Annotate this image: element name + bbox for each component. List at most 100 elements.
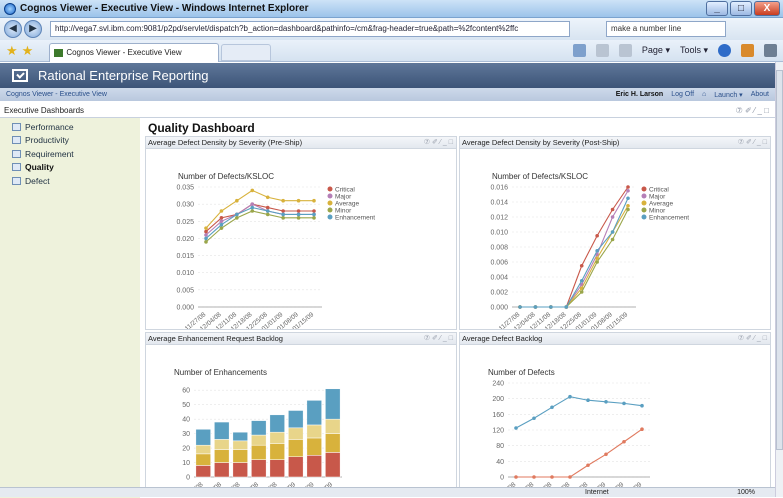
bar-segment (269, 459, 285, 478)
ie-logo-icon (4, 2, 16, 15)
data-point (604, 452, 608, 457)
data-point (610, 237, 615, 242)
y-tick-label: 0.020 (176, 236, 194, 243)
data-point (579, 278, 584, 283)
data-point (610, 207, 615, 212)
y-tick-label: 20 (182, 446, 190, 453)
panel-header: Average Defect Density by Severity (Pre-… (146, 137, 456, 149)
y-tick-label: 120 (492, 428, 504, 435)
zoom-level[interactable]: 100% (737, 488, 755, 497)
y-tick-label: 0.008 (490, 245, 508, 252)
data-point (514, 426, 518, 430)
y-tick-label: 0.002 (490, 290, 508, 297)
app-subbar: Cognos Viewer - Executive View Eric H. L… (0, 88, 775, 101)
about-link[interactable]: About (751, 91, 769, 98)
sidebar-item-requirement[interactable]: Requirement (0, 147, 140, 161)
sidebar: Performance Productivity Requirement Qualit… (0, 118, 140, 498)
sidebar-item-performance[interactable]: Performance (0, 120, 140, 134)
data-point (595, 233, 599, 238)
legend-label: Critical (335, 187, 355, 194)
data-point (564, 305, 569, 309)
data-point (550, 405, 554, 410)
bar-segment (269, 431, 285, 444)
y-tick-label: 60 (182, 388, 190, 395)
sidebar-item-defect[interactable]: Defect (0, 174, 140, 188)
page-menu[interactable]: Page ▾ (642, 45, 670, 56)
forward-button[interactable]: ▶ (24, 20, 42, 38)
data-point (514, 475, 518, 479)
data-point (250, 205, 255, 210)
data-point (568, 394, 572, 399)
sidebar-item-quality[interactable]: Quality (0, 161, 140, 175)
back-button[interactable]: ◀ (4, 20, 22, 38)
bar-segment (306, 424, 322, 439)
y-tick-label: 0.016 (490, 185, 508, 192)
add-favorites-icon[interactable]: ★ (22, 43, 34, 59)
scrollbar-thumb[interactable] (776, 70, 783, 450)
home-icon[interactable]: ⌂ (702, 91, 706, 98)
messenger-icon[interactable] (764, 44, 777, 57)
search-input[interactable]: make a number line (606, 21, 726, 37)
close-button[interactable]: X (754, 1, 780, 16)
panel-controls[interactable]: ⑦ ✐ ⁄ _ □ (424, 333, 453, 345)
panel-controls[interactable]: ⑦ ✐ ⁄ _ □ (424, 137, 453, 149)
chart-postship: Number of Defects/KSLOC 0.000 0.002 0.004 0.… (490, 172, 689, 333)
y-tick-label: 200 (492, 396, 504, 403)
panel-title: Average Defect Backlog (462, 334, 543, 343)
maximize-button[interactable]: □ (730, 1, 752, 16)
data-point (626, 203, 630, 208)
tools-menu[interactable]: Tools ▾ (680, 45, 708, 56)
panel-controls[interactable]: ⑦ ✐ ⁄ _ □ (738, 137, 767, 149)
y-tick-label: 0.006 (490, 260, 508, 267)
y-tick-label: 40 (182, 417, 190, 424)
sidebar-item-productivity[interactable]: Productivity (0, 134, 140, 148)
y-axis-label: Number of Defects (488, 368, 555, 377)
print-icon[interactable] (618, 44, 632, 57)
y-tick-label: 0.010 (490, 230, 508, 237)
new-tab[interactable] (221, 44, 272, 61)
panel-controls[interactable]: ⑦ ✐ ⁄ _ □ (738, 333, 767, 345)
sidebar-item-label: Requirement (25, 148, 74, 159)
bar-segment (195, 429, 211, 446)
minimize-button[interactable]: _ (706, 1, 728, 16)
data-point (312, 212, 316, 217)
legend-label: Major (335, 194, 352, 201)
data-point (626, 185, 630, 189)
bar-segment (251, 434, 267, 446)
data-point (626, 188, 630, 193)
data-point (640, 427, 644, 432)
chart-panel-defect-backlog: Average Defect Backlog ⑦ ✐ ⁄ _ □ Number o… (459, 332, 771, 498)
breadcrumb[interactable]: Cognos Viewer - Executive View (6, 91, 107, 98)
home-icon[interactable] (572, 44, 586, 57)
favorites-star-icon[interactable]: ★ (6, 43, 18, 59)
bar-segment (214, 449, 230, 463)
url-field[interactable]: http://vega7.svl.ibm.com:9081/p2pd/servl… (50, 21, 570, 37)
bar-segment (251, 420, 267, 436)
bar-segment (251, 459, 267, 478)
data-point (595, 260, 599, 264)
data-point (219, 216, 224, 220)
dashboard-controls[interactable]: ⑦ ✐ ⁄ _ □ (736, 104, 769, 118)
chart-preship: Number of Defects/KSLOC 0.000 0.005 0.010 0.… (176, 172, 375, 333)
bar-segment (214, 439, 230, 450)
data-point (250, 209, 255, 213)
help-icon[interactable] (718, 44, 731, 57)
launch-menu[interactable]: Launch ▾ (714, 91, 742, 99)
window-titlebar: Cognos Viewer - Executive View - Windows… (0, 0, 783, 18)
legend-marker (327, 207, 333, 213)
bar-segment (269, 443, 285, 460)
bar-segment (214, 462, 230, 478)
feeds-icon[interactable] (595, 44, 609, 57)
bar-segment (325, 452, 341, 478)
page-scrollbar[interactable] (775, 62, 783, 497)
log-off-link[interactable]: Log Off (671, 91, 694, 98)
report-icon (12, 176, 21, 185)
data-point (296, 209, 301, 213)
rational-logo-icon (12, 69, 28, 82)
research-icon[interactable] (741, 44, 754, 57)
legend-label: Minor (649, 208, 666, 215)
data-point (532, 475, 536, 479)
legend-marker (641, 214, 647, 220)
legend-marker (327, 193, 333, 199)
browser-tab[interactable]: Cognos Viewer - Executive View (49, 43, 220, 62)
